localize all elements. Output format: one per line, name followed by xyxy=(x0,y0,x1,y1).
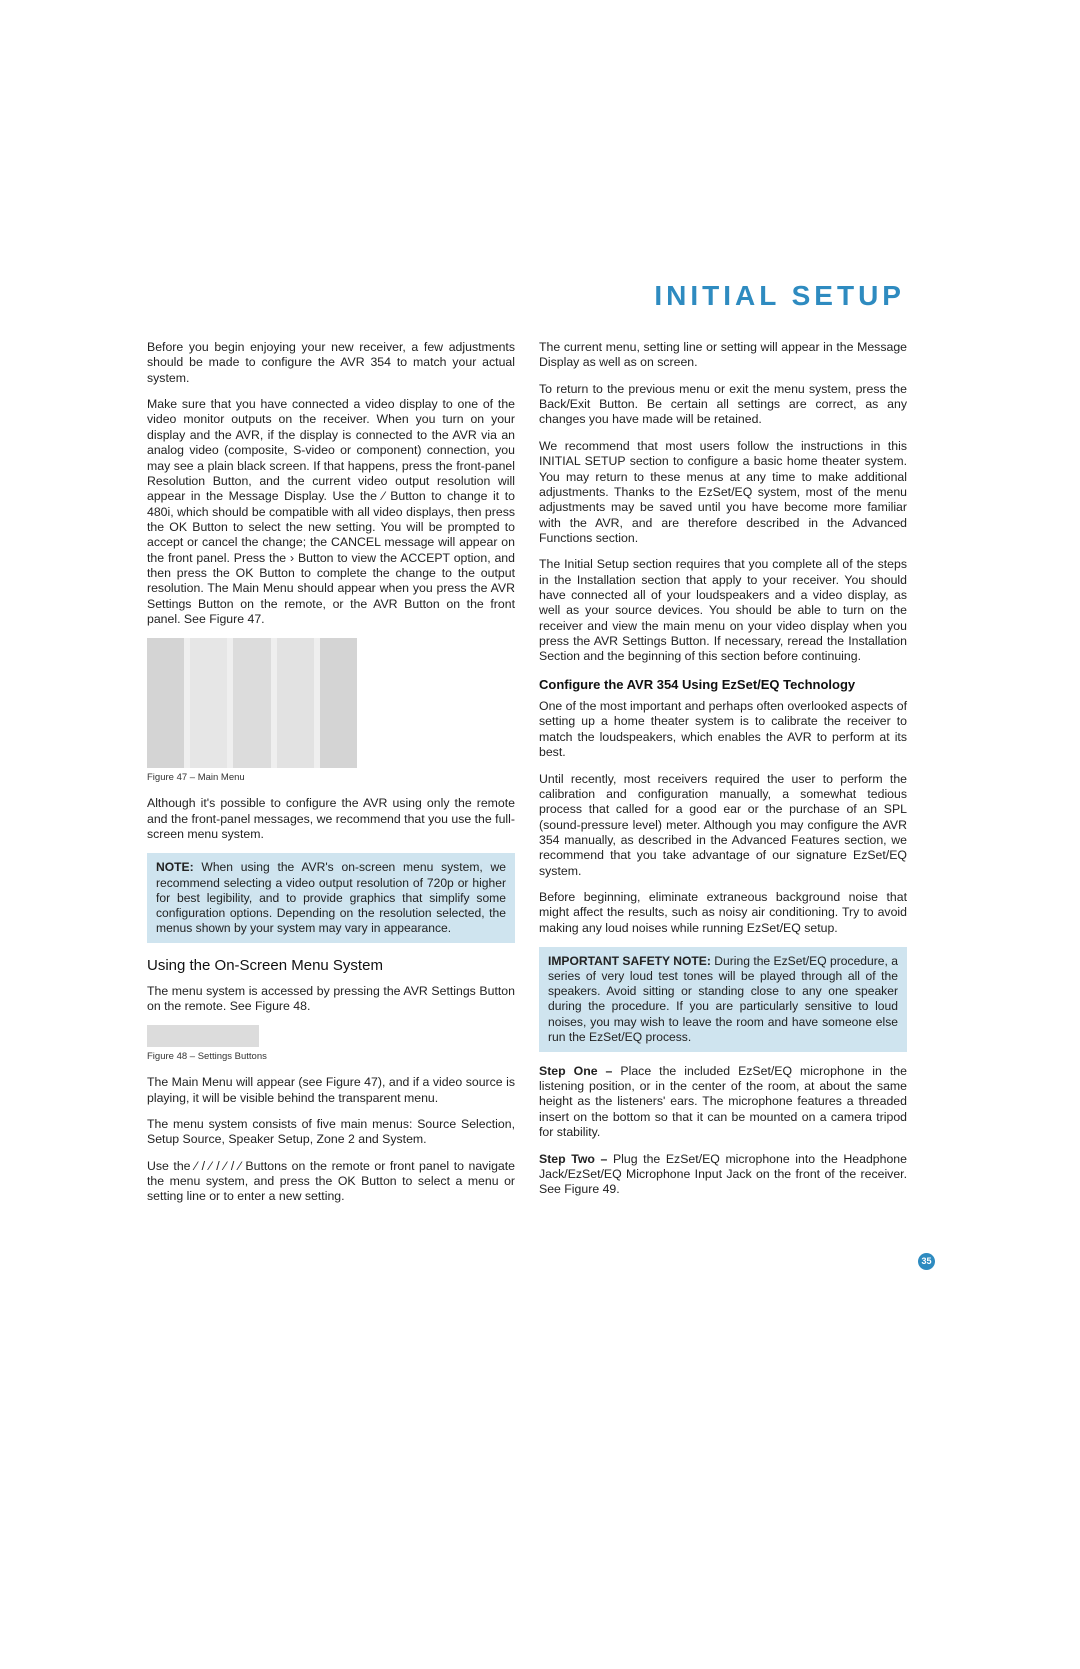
body-paragraph: The current menu, setting line or settin… xyxy=(539,340,907,371)
subheading-ezset: Configure the AVR 354 Using EzSet/EQ Tec… xyxy=(539,677,907,693)
menu-stripe xyxy=(190,638,227,768)
body-paragraph: Make sure that you have connected a vide… xyxy=(147,397,515,627)
body-paragraph: We recommend that most users follow the … xyxy=(539,439,907,547)
step-one-paragraph: Step One – Place the included EzSet/EQ m… xyxy=(539,1064,907,1141)
step-two-paragraph: Step Two – Plug the EzSet/EQ microphone … xyxy=(539,1152,907,1198)
note-body: When using the AVR's on-screen menu syst… xyxy=(156,860,506,934)
menu-stripe xyxy=(147,638,184,768)
content-area: INITIAL SETUP Before you begin enjoying … xyxy=(147,280,907,1216)
body-paragraph: Before beginning, eliminate extraneous b… xyxy=(539,890,907,936)
body-paragraph: Until recently, most receivers required … xyxy=(539,772,907,880)
intro-paragraph: Before you begin enjoying your new recei… xyxy=(147,340,515,386)
safety-note-box: IMPORTANT SAFETY NOTE: During the EzSet/… xyxy=(539,947,907,1052)
figure-48-caption: Figure 48 – Settings Buttons xyxy=(147,1051,515,1063)
menu-stripe xyxy=(320,638,357,768)
right-column: The current menu, setting line or settin… xyxy=(539,340,907,1216)
page-number-badge: 35 xyxy=(918,1253,935,1270)
body-paragraph: To return to the previous menu or exit t… xyxy=(539,382,907,428)
figure-47-main-menu xyxy=(147,638,357,768)
body-paragraph: The menu system is accessed by pressing … xyxy=(147,984,515,1015)
body-paragraph: One of the most important and perhaps of… xyxy=(539,699,907,760)
manual-page: INITIAL SETUP Before you begin enjoying … xyxy=(0,0,1080,1669)
body-paragraph: Use the ⁄ / ⁄ / ⁄ / ⁄ Buttons on the rem… xyxy=(147,1159,515,1205)
safety-note-label: IMPORTANT SAFETY NOTE: xyxy=(548,954,711,968)
note-label: NOTE: xyxy=(156,860,194,874)
step-two-label: Step Two – xyxy=(539,1152,607,1166)
body-paragraph: The Initial Setup section requires that … xyxy=(539,557,907,665)
figure-47-caption: Figure 47 – Main Menu xyxy=(147,772,515,784)
menu-stripe xyxy=(277,638,314,768)
body-paragraph: The menu system consists of five main me… xyxy=(147,1117,515,1148)
note-box: NOTE: When using the AVR's on-screen men… xyxy=(147,853,515,943)
left-column: Before you begin enjoying your new recei… xyxy=(147,340,515,1216)
body-paragraph: Although it's possible to configure the … xyxy=(147,796,515,842)
body-paragraph: The Main Menu will appear (see Figure 47… xyxy=(147,1075,515,1106)
subheading-onscreen-menu: Using the On-Screen Menu System xyxy=(147,957,515,976)
two-column-layout: Before you begin enjoying your new recei… xyxy=(147,340,907,1216)
section-title: INITIAL SETUP xyxy=(147,280,907,312)
step-one-label: Step One – xyxy=(539,1064,612,1078)
figure-48-settings-buttons xyxy=(147,1025,259,1047)
menu-stripe xyxy=(233,638,270,768)
